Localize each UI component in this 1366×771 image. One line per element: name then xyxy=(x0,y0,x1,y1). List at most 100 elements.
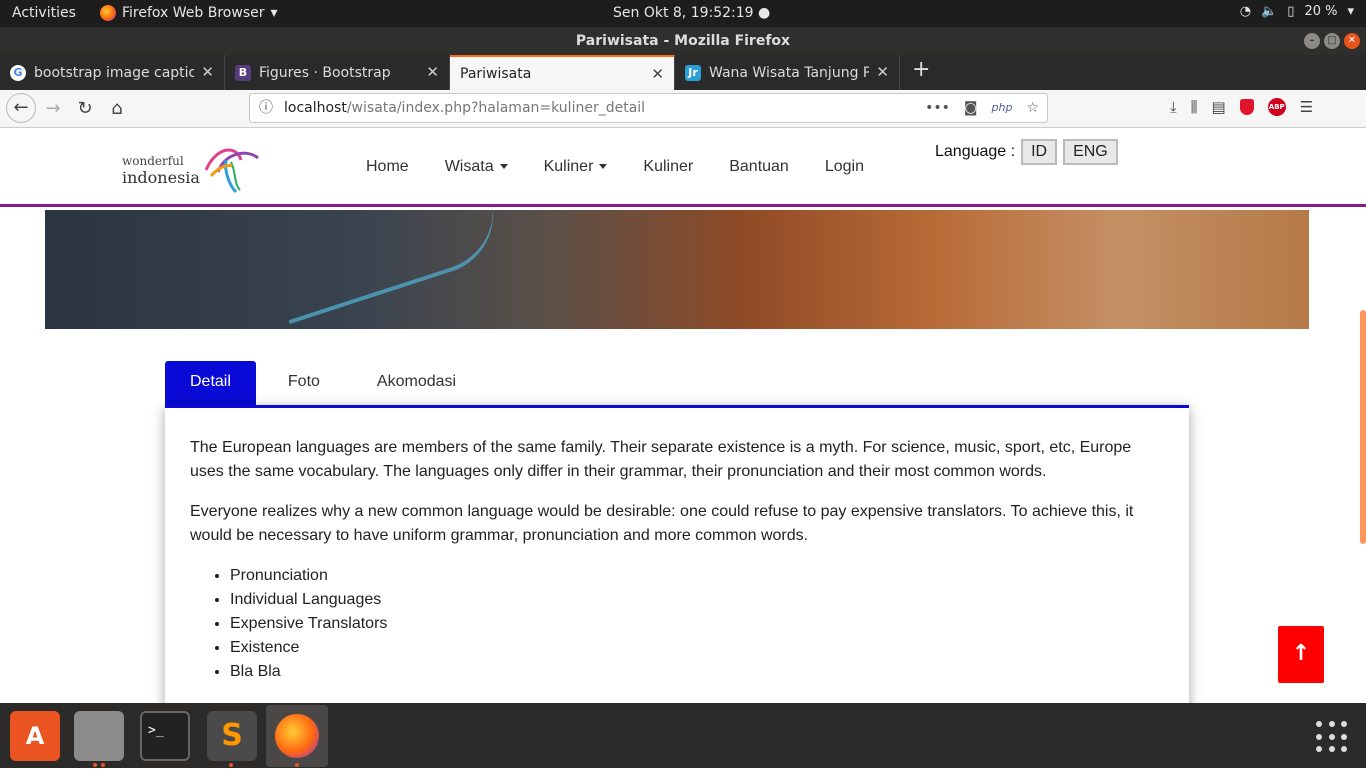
clock-text: Sen Okt 8, 19:52:19 xyxy=(613,5,754,21)
minimize-icon[interactable]: – xyxy=(1304,33,1320,49)
detail-tabs: Detail Foto Akomodasi xyxy=(165,361,488,405)
activities-button[interactable]: Activities xyxy=(12,5,76,21)
hamburger-menu-icon[interactable]: ☰ xyxy=(1300,98,1313,116)
tab-label: Wana Wisata Tanjung Pa xyxy=(709,64,869,81)
close-tab-icon[interactable]: ✕ xyxy=(876,63,889,81)
files-icon[interactable] xyxy=(74,711,124,761)
close-icon[interactable]: ✕ xyxy=(1344,33,1360,49)
maximize-icon[interactable]: □ xyxy=(1324,33,1340,49)
tab-detail[interactable]: Detail xyxy=(165,361,256,405)
hero-image xyxy=(45,195,1309,329)
page-actions-icon[interactable]: ••• xyxy=(925,94,950,122)
battery-icon: ▯ xyxy=(1287,4,1295,19)
firefox-icon xyxy=(100,5,116,21)
chevron-down-icon: ▾ xyxy=(270,5,278,21)
detail-paragraph: Everyone realizes why a new common langu… xyxy=(190,503,1134,544)
menu-home[interactable]: Home xyxy=(366,158,409,176)
detail-list: Pronunciation Individual Languages Expen… xyxy=(190,564,1164,684)
tab-label: bootstrap image caption xyxy=(34,64,194,81)
software-center-icon[interactable]: A xyxy=(10,711,60,761)
new-tab-icon[interactable]: + xyxy=(900,55,942,90)
logo-text-bottom: indonesia xyxy=(122,168,200,187)
chevron-down-icon: ▾ xyxy=(1347,4,1354,19)
scroll-to-top-button[interactable]: ↑ xyxy=(1278,626,1324,683)
menu-bantuan[interactable]: Bantuan xyxy=(729,158,789,176)
detail-paragraph: The European languages are members of th… xyxy=(190,439,1132,480)
wifi-icon: ◔ xyxy=(1239,4,1252,19)
clock[interactable]: Sen Okt 8, 19:52:19 ● xyxy=(613,5,770,21)
browser-tab[interactable]: Jr Wana Wisata Tanjung Pa ✕ xyxy=(675,55,900,90)
browser-tab-bar: G bootstrap image caption ✕ B Figures · … xyxy=(0,55,1366,90)
sidebar-icon[interactable]: ▤ xyxy=(1212,98,1226,116)
status-area[interactable]: ◔ 🔈 ▯ 20 % ▾ xyxy=(1240,4,1354,19)
url-host: localhost xyxy=(284,100,347,116)
tab-akomodasi[interactable]: Akomodasi xyxy=(352,361,488,405)
show-applications-icon[interactable] xyxy=(1316,721,1348,753)
caret-down-icon xyxy=(599,164,608,170)
menu-login[interactable]: Login xyxy=(825,158,864,176)
menu-kuliner-dropdown[interactable]: Kuliner xyxy=(544,158,608,176)
url-path: /wisata/index.php?halaman=kuliner_detail xyxy=(346,100,646,116)
shield-icon[interactable] xyxy=(1239,99,1254,115)
hero-river-detail xyxy=(271,195,509,325)
download-icon[interactable]: ⤓ xyxy=(1170,98,1177,116)
caret-down-icon xyxy=(499,164,508,170)
detail-panel: The European languages are members of th… xyxy=(165,405,1189,703)
notification-dot-icon: ● xyxy=(758,5,771,21)
firefox-dock-icon[interactable] xyxy=(266,705,328,767)
battery-percent: 20 % xyxy=(1304,4,1338,19)
list-item: Expensive Translators xyxy=(230,612,1164,636)
terminal-icon[interactable]: >_ xyxy=(140,711,190,761)
menu-wisata-dropdown[interactable]: Wisata xyxy=(445,158,508,176)
list-item: Pronunciation xyxy=(230,564,1164,588)
reload-icon[interactable]: ↻ xyxy=(72,96,98,122)
app-menu[interactable]: Firefox Web Browser ▾ xyxy=(100,5,278,21)
volume-icon: 🔈 xyxy=(1261,4,1278,19)
language-label: Language : xyxy=(935,143,1016,160)
window-title-bar: Pariwisata - Mozilla Firefox – □ ✕ xyxy=(0,27,1366,55)
running-indicator-icon xyxy=(295,763,299,767)
wonderful-indonesia-bird-icon xyxy=(204,148,259,194)
close-tab-icon[interactable]: ✕ xyxy=(201,63,214,81)
site-menu: Home Wisata Kuliner Kuliner Bantuan Logi… xyxy=(366,158,864,176)
menu-wisata-label: Wisata xyxy=(444,158,494,175)
window-title: Pariwisata - Mozilla Firefox xyxy=(575,33,791,49)
home-icon[interactable]: ⌂ xyxy=(104,96,130,122)
close-tab-icon[interactable]: ✕ xyxy=(426,63,439,81)
site-info-icon[interactable]: ⓘ xyxy=(259,94,273,122)
menu-kuliner-label: Kuliner xyxy=(543,158,594,175)
sublime-text-icon[interactable]: S xyxy=(207,711,257,761)
site-logo[interactable]: wonderful indonesia xyxy=(122,142,267,194)
ubuntu-dock: A >_ S xyxy=(0,703,1366,768)
google-icon: G xyxy=(10,64,26,81)
list-item: Existence xyxy=(230,636,1164,660)
list-item: Bla Bla xyxy=(230,660,1164,684)
url-bar[interactable]: ⓘ localhost/wisata/index.php?halaman=kul… xyxy=(249,93,1048,123)
forward-arrow-icon[interactable]: → xyxy=(40,96,66,122)
tab-label: Figures · Bootstrap xyxy=(259,64,391,81)
web-page: wonderful indonesia Home Wisata Kuliner … xyxy=(0,128,1366,703)
page-scrollbar[interactable] xyxy=(1360,310,1366,544)
logo-text-top: wonderful xyxy=(122,154,184,168)
php-extension-icon[interactable]: php xyxy=(992,94,1013,122)
joomla-icon: Jr xyxy=(685,64,701,81)
library-icon[interactable]: ⫼ xyxy=(1191,98,1198,116)
menu-kuliner[interactable]: Kuliner xyxy=(643,158,693,176)
running-indicator-icon xyxy=(229,763,233,767)
back-arrow-icon[interactable]: ← xyxy=(6,93,36,123)
browser-tab[interactable]: G bootstrap image caption ✕ xyxy=(0,55,225,90)
bootstrap-icon: B xyxy=(235,64,251,81)
lang-eng-button[interactable]: ENG xyxy=(1063,139,1118,165)
firefox-icon xyxy=(275,714,319,758)
browser-tab-active[interactable]: Pariwisata ✕ xyxy=(450,55,675,90)
app-menu-label: Firefox Web Browser xyxy=(122,5,265,21)
browser-tab[interactable]: B Figures · Bootstrap ✕ xyxy=(225,55,450,90)
adblock-icon[interactable]: ABP xyxy=(1267,98,1286,116)
language-switcher: Language : ID ENG xyxy=(935,139,1118,165)
lang-id-button[interactable]: ID xyxy=(1021,139,1058,165)
close-tab-icon[interactable]: ✕ xyxy=(651,65,664,83)
tab-foto[interactable]: Foto xyxy=(256,361,352,405)
bookmark-star-icon[interactable]: ☆ xyxy=(1026,94,1039,122)
browser-nav-bar: ← → ↻ ⌂ ⓘ localhost/wisata/index.php?hal… xyxy=(0,90,1366,128)
pocket-icon[interactable]: ◙ xyxy=(964,94,978,122)
